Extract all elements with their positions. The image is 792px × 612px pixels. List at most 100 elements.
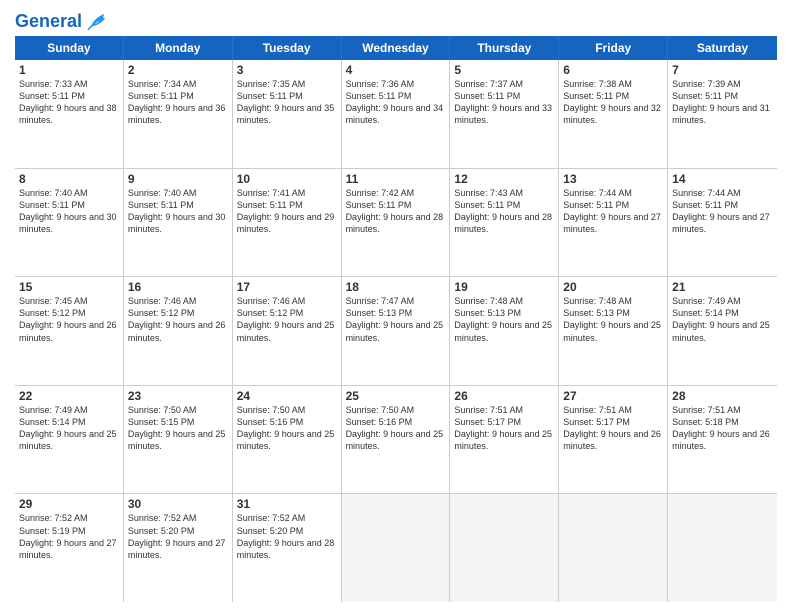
- day-info: Sunrise: 7:46 AMSunset: 5:12 PMDaylight:…: [237, 295, 337, 344]
- daylight-text: Daylight: 9 hours and 26 minutes.: [672, 428, 773, 452]
- daylight-text: Daylight: 9 hours and 25 minutes.: [346, 319, 446, 343]
- daylight-text: Daylight: 9 hours and 28 minutes.: [346, 211, 446, 235]
- day-cell-25: 25Sunrise: 7:50 AMSunset: 5:16 PMDayligh…: [342, 386, 451, 494]
- daylight-text: Daylight: 9 hours and 27 minutes.: [672, 211, 773, 235]
- day-number: 29: [19, 497, 119, 511]
- day-number: 6: [563, 63, 663, 77]
- sunset-text: Sunset: 5:13 PM: [454, 307, 554, 319]
- calendar-header: SundayMondayTuesdayWednesdayThursdayFrid…: [15, 36, 777, 60]
- daylight-text: Daylight: 9 hours and 27 minutes.: [19, 537, 119, 561]
- calendar: SundayMondayTuesdayWednesdayThursdayFrid…: [15, 36, 777, 602]
- day-info: Sunrise: 7:52 AMSunset: 5:20 PMDaylight:…: [128, 512, 228, 561]
- week-row-4: 22Sunrise: 7:49 AMSunset: 5:14 PMDayligh…: [15, 386, 777, 495]
- day-cell-5: 5Sunrise: 7:37 AMSunset: 5:11 PMDaylight…: [450, 60, 559, 168]
- sunrise-text: Sunrise: 7:52 AM: [19, 512, 119, 524]
- sunrise-text: Sunrise: 7:52 AM: [128, 512, 228, 524]
- day-cell-1: 1Sunrise: 7:33 AMSunset: 5:11 PMDaylight…: [15, 60, 124, 168]
- day-cell-30: 30Sunrise: 7:52 AMSunset: 5:20 PMDayligh…: [124, 494, 233, 602]
- day-info: Sunrise: 7:49 AMSunset: 5:14 PMDaylight:…: [19, 404, 119, 453]
- sunset-text: Sunset: 5:11 PM: [237, 199, 337, 211]
- day-info: Sunrise: 7:48 AMSunset: 5:13 PMDaylight:…: [454, 295, 554, 344]
- day-cell-26: 26Sunrise: 7:51 AMSunset: 5:17 PMDayligh…: [450, 386, 559, 494]
- day-number: 7: [672, 63, 773, 77]
- day-number: 8: [19, 172, 119, 186]
- daylight-text: Daylight: 9 hours and 25 minutes.: [237, 428, 337, 452]
- sunset-text: Sunset: 5:14 PM: [19, 416, 119, 428]
- sunset-text: Sunset: 5:16 PM: [237, 416, 337, 428]
- day-number: 21: [672, 280, 773, 294]
- day-number: 5: [454, 63, 554, 77]
- day-cell-17: 17Sunrise: 7:46 AMSunset: 5:12 PMDayligh…: [233, 277, 342, 385]
- sunrise-text: Sunrise: 7:52 AM: [237, 512, 337, 524]
- sunset-text: Sunset: 5:12 PM: [19, 307, 119, 319]
- day-cell-21: 21Sunrise: 7:49 AMSunset: 5:14 PMDayligh…: [668, 277, 777, 385]
- week-row-2: 8Sunrise: 7:40 AMSunset: 5:11 PMDaylight…: [15, 169, 777, 278]
- day-number: 4: [346, 63, 446, 77]
- day-info: Sunrise: 7:34 AMSunset: 5:11 PMDaylight:…: [128, 78, 228, 127]
- day-info: Sunrise: 7:47 AMSunset: 5:13 PMDaylight:…: [346, 295, 446, 344]
- daylight-text: Daylight: 9 hours and 25 minutes.: [672, 319, 773, 343]
- day-cell-11: 11Sunrise: 7:42 AMSunset: 5:11 PMDayligh…: [342, 169, 451, 277]
- daylight-text: Daylight: 9 hours and 27 minutes.: [563, 211, 663, 235]
- day-number: 22: [19, 389, 119, 403]
- logo-bird-icon: [84, 10, 112, 32]
- sunrise-text: Sunrise: 7:37 AM: [454, 78, 554, 90]
- day-info: Sunrise: 7:40 AMSunset: 5:11 PMDaylight:…: [128, 187, 228, 236]
- header-cell-saturday: Saturday: [668, 36, 777, 60]
- sunrise-text: Sunrise: 7:41 AM: [237, 187, 337, 199]
- day-number: 15: [19, 280, 119, 294]
- sunrise-text: Sunrise: 7:44 AM: [563, 187, 663, 199]
- day-info: Sunrise: 7:52 AMSunset: 5:20 PMDaylight:…: [237, 512, 337, 561]
- day-info: Sunrise: 7:51 AMSunset: 5:18 PMDaylight:…: [672, 404, 773, 453]
- day-cell-14: 14Sunrise: 7:44 AMSunset: 5:11 PMDayligh…: [668, 169, 777, 277]
- sunset-text: Sunset: 5:17 PM: [563, 416, 663, 428]
- daylight-text: Daylight: 9 hours and 26 minutes.: [128, 319, 228, 343]
- sunrise-text: Sunrise: 7:51 AM: [563, 404, 663, 416]
- daylight-text: Daylight: 9 hours and 34 minutes.: [346, 102, 446, 126]
- week-row-5: 29Sunrise: 7:52 AMSunset: 5:19 PMDayligh…: [15, 494, 777, 602]
- day-cell-6: 6Sunrise: 7:38 AMSunset: 5:11 PMDaylight…: [559, 60, 668, 168]
- sunrise-text: Sunrise: 7:45 AM: [19, 295, 119, 307]
- sunrise-text: Sunrise: 7:34 AM: [128, 78, 228, 90]
- day-info: Sunrise: 7:41 AMSunset: 5:11 PMDaylight:…: [237, 187, 337, 236]
- sunrise-text: Sunrise: 7:51 AM: [672, 404, 773, 416]
- sunrise-text: Sunrise: 7:47 AM: [346, 295, 446, 307]
- sunset-text: Sunset: 5:11 PM: [454, 90, 554, 102]
- day-number: 27: [563, 389, 663, 403]
- daylight-text: Daylight: 9 hours and 27 minutes.: [128, 537, 228, 561]
- day-number: 26: [454, 389, 554, 403]
- day-cell-12: 12Sunrise: 7:43 AMSunset: 5:11 PMDayligh…: [450, 169, 559, 277]
- sunrise-text: Sunrise: 7:39 AM: [672, 78, 773, 90]
- day-cell-22: 22Sunrise: 7:49 AMSunset: 5:14 PMDayligh…: [15, 386, 124, 494]
- day-cell-29: 29Sunrise: 7:52 AMSunset: 5:19 PMDayligh…: [15, 494, 124, 602]
- day-number: 11: [346, 172, 446, 186]
- daylight-text: Daylight: 9 hours and 26 minutes.: [19, 319, 119, 343]
- day-cell-24: 24Sunrise: 7:50 AMSunset: 5:16 PMDayligh…: [233, 386, 342, 494]
- day-cell-10: 10Sunrise: 7:41 AMSunset: 5:11 PMDayligh…: [233, 169, 342, 277]
- sunrise-text: Sunrise: 7:40 AM: [128, 187, 228, 199]
- sunset-text: Sunset: 5:11 PM: [346, 90, 446, 102]
- day-number: 24: [237, 389, 337, 403]
- sunset-text: Sunset: 5:11 PM: [672, 90, 773, 102]
- sunset-text: Sunset: 5:11 PM: [454, 199, 554, 211]
- day-info: Sunrise: 7:50 AMSunset: 5:16 PMDaylight:…: [346, 404, 446, 453]
- header-cell-monday: Monday: [124, 36, 233, 60]
- day-cell-31: 31Sunrise: 7:52 AMSunset: 5:20 PMDayligh…: [233, 494, 342, 602]
- sunset-text: Sunset: 5:11 PM: [128, 90, 228, 102]
- day-info: Sunrise: 7:49 AMSunset: 5:14 PMDaylight:…: [672, 295, 773, 344]
- sunset-text: Sunset: 5:11 PM: [346, 199, 446, 211]
- week-row-1: 1Sunrise: 7:33 AMSunset: 5:11 PMDaylight…: [15, 60, 777, 169]
- logo-text: General: [15, 11, 82, 32]
- sunrise-text: Sunrise: 7:44 AM: [672, 187, 773, 199]
- sunset-text: Sunset: 5:12 PM: [128, 307, 228, 319]
- day-info: Sunrise: 7:52 AMSunset: 5:19 PMDaylight:…: [19, 512, 119, 561]
- daylight-text: Daylight: 9 hours and 25 minutes.: [128, 428, 228, 452]
- day-info: Sunrise: 7:35 AMSunset: 5:11 PMDaylight:…: [237, 78, 337, 127]
- sunset-text: Sunset: 5:20 PM: [237, 525, 337, 537]
- day-info: Sunrise: 7:51 AMSunset: 5:17 PMDaylight:…: [454, 404, 554, 453]
- day-cell-9: 9Sunrise: 7:40 AMSunset: 5:11 PMDaylight…: [124, 169, 233, 277]
- sunrise-text: Sunrise: 7:46 AM: [128, 295, 228, 307]
- header-cell-sunday: Sunday: [15, 36, 124, 60]
- day-info: Sunrise: 7:39 AMSunset: 5:11 PMDaylight:…: [672, 78, 773, 127]
- day-cell-28: 28Sunrise: 7:51 AMSunset: 5:18 PMDayligh…: [668, 386, 777, 494]
